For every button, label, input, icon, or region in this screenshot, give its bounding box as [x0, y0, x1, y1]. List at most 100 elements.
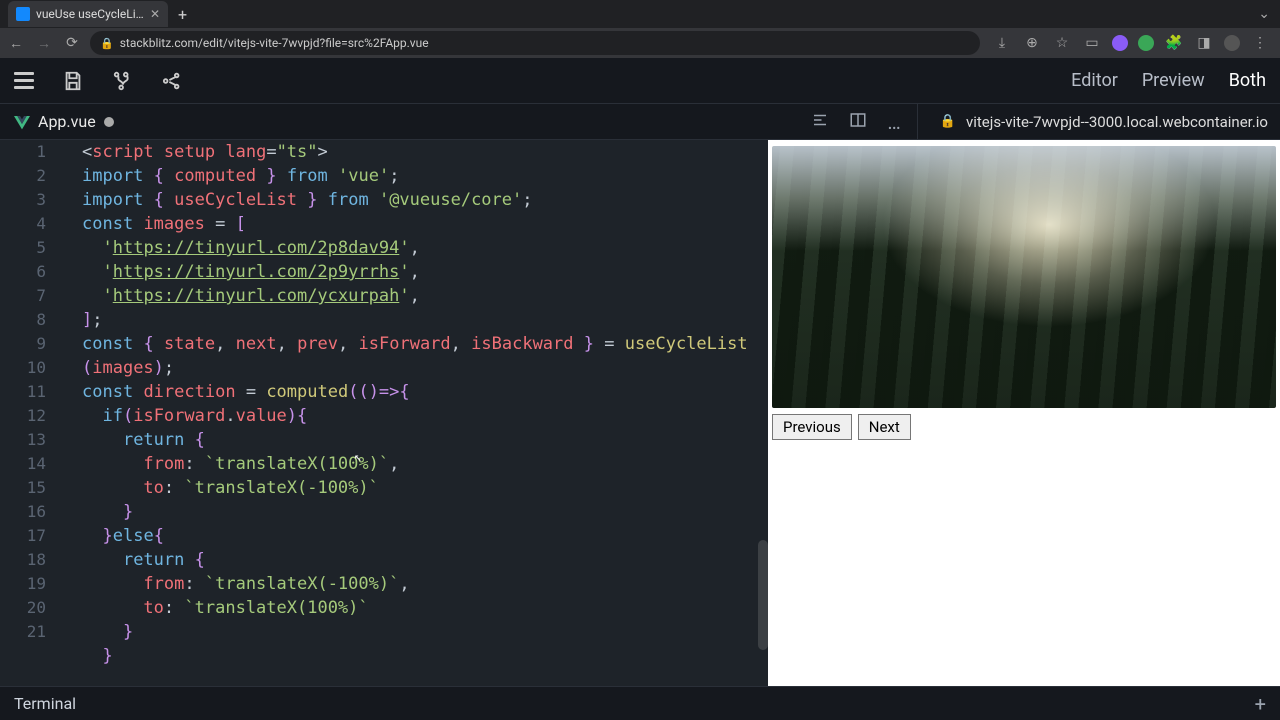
view-both[interactable]: Both [1229, 70, 1266, 91]
new-terminal-button[interactable]: + [1255, 692, 1266, 716]
view-mode-tabs: Editor Preview Both [1071, 70, 1266, 91]
save-icon [62, 70, 84, 92]
install-app-icon[interactable]: ⤓ [992, 35, 1012, 51]
address-bar[interactable]: 🔒 stackblitz.com/edit/vitejs-vite-7wvpjd… [90, 31, 980, 55]
line-number: 11 [0, 380, 46, 404]
zoom-icon[interactable]: ⊕ [1022, 35, 1042, 51]
code-line[interactable]: 'https://tinyurl.com/2p9yrrhs', [82, 260, 768, 284]
code-line[interactable]: to: `translateX(-100%)` [82, 476, 768, 500]
line-number: 4 [0, 212, 46, 236]
line-number: 16 [0, 500, 46, 524]
menu-button[interactable] [14, 72, 34, 89]
browser-tab[interactable]: vueUse useCycleList part 2 (e ✕ [8, 1, 168, 27]
fork-icon [112, 70, 134, 92]
window-controls: ⌄ [1258, 6, 1280, 22]
code-line[interactable]: import { useCycleList } from '@vueuse/co… [82, 188, 768, 212]
scrollbar-thumb[interactable] [758, 540, 768, 650]
tab-dropdown-icon[interactable]: ⌄ [1258, 6, 1270, 22]
code-line[interactable]: const images = [ [82, 212, 768, 236]
next-button[interactable]: Next [858, 414, 911, 440]
code-line[interactable]: const { state, next, prev, isForward, is… [82, 332, 768, 356]
terminal-panel[interactable]: Terminal + [0, 686, 1280, 720]
reload-button[interactable]: ⟳ [62, 35, 82, 51]
code-line[interactable]: } [82, 620, 768, 644]
code-line[interactable]: const direction = computed(()=>{ [82, 380, 768, 404]
code-line[interactable]: (images); [82, 356, 768, 380]
carousel-image [772, 146, 1276, 408]
preview-address-bar: 🔒 vitejs-vite-7wvpjd--3000.local.webcont… [917, 104, 1280, 139]
code-line[interactable]: if(isForward.value){ [82, 404, 768, 428]
view-editor[interactable]: Editor [1071, 70, 1118, 91]
line-number: 6 [0, 260, 46, 284]
side-panel-icon[interactable]: ◨ [1194, 35, 1214, 51]
forward-button[interactable]: → [34, 35, 54, 52]
code-line[interactable]: return { [82, 548, 768, 572]
close-tab-icon[interactable]: ✕ [150, 7, 160, 21]
file-tab-app-vue[interactable]: App.vue [0, 104, 128, 139]
url-text: stackblitz.com/edit/vitejs-vite-7wvpjd?f… [120, 36, 429, 50]
browser-menu-icon[interactable]: ⋮ [1250, 35, 1270, 51]
back-button[interactable]: ← [6, 35, 26, 52]
code-line[interactable]: from: `translateX(100%)`, [82, 452, 768, 476]
fork-button[interactable] [112, 70, 134, 92]
line-number: 21 [0, 620, 46, 644]
tab-title: vueUse useCycleList part 2 (e [36, 7, 144, 21]
preview-lock-icon: 🔒 [940, 114, 956, 129]
code-line[interactable]: }else{ [82, 524, 768, 548]
stackblitz-toolbar: Editor Preview Both [0, 58, 1280, 104]
code-line[interactable]: } [82, 644, 768, 668]
share-button[interactable] [162, 70, 184, 92]
line-number: 15 [0, 476, 46, 500]
code-editor[interactable]: 123456789101112131415161718192021 <scrip… [0, 140, 768, 686]
extension-icon-2[interactable] [1138, 35, 1154, 51]
line-number: 18 [0, 548, 46, 572]
line-number: 13 [0, 428, 46, 452]
line-number: 14 [0, 452, 46, 476]
line-number: 8 [0, 308, 46, 332]
code-line[interactable]: 'https://tinyurl.com/ycxurpah', [82, 284, 768, 308]
new-tab-button[interactable]: + [178, 5, 187, 24]
bookmark-icon[interactable]: ☆ [1052, 35, 1072, 51]
save-button[interactable] [62, 70, 84, 92]
reading-list-icon[interactable]: ▭ [1082, 35, 1102, 51]
code-line[interactable]: } [82, 500, 768, 524]
more-icon[interactable]: … [887, 110, 902, 134]
view-preview[interactable]: Preview [1142, 70, 1205, 91]
code-line[interactable]: <script setup lang="ts"> [82, 140, 768, 164]
carousel-controls: Previous Next [772, 414, 1276, 440]
line-number: 3 [0, 188, 46, 212]
line-number: 9 [0, 332, 46, 356]
line-number: 1 [0, 140, 46, 164]
split-editor-icon[interactable] [849, 111, 867, 133]
file-name: App.vue [38, 112, 96, 131]
editor-tools: … [811, 110, 916, 134]
code-line[interactable]: return { [82, 428, 768, 452]
profile-avatar[interactable] [1224, 35, 1240, 51]
extension-icons: ⤓ ⊕ ☆ ▭ 🧩 ◨ ⋮ [988, 35, 1274, 51]
line-number: 5 [0, 236, 46, 260]
code-line[interactable]: from: `translateX(-100%)`, [82, 572, 768, 596]
address-row: ← → ⟳ 🔒 stackblitz.com/edit/vitejs-vite-… [0, 28, 1280, 58]
extensions-icon[interactable]: 🧩 [1164, 35, 1184, 51]
format-icon[interactable] [811, 111, 829, 133]
line-number: 17 [0, 524, 46, 548]
lock-icon: 🔒 [100, 37, 114, 50]
unsaved-indicator-icon [104, 117, 114, 127]
line-number: 19 [0, 572, 46, 596]
extension-icon-1[interactable] [1112, 35, 1128, 51]
code-content[interactable]: <script setup lang="ts">import { compute… [0, 140, 768, 668]
browser-chrome: vueUse useCycleList part 2 (e ✕ + ⌄ ← → … [0, 0, 1280, 58]
preview-pane: Previous Next [768, 140, 1280, 686]
share-icon [162, 70, 184, 92]
code-line[interactable]: ]; [82, 308, 768, 332]
editor-tab-row: App.vue … 🔒 vitejs-vite-7wvpjd--3000.loc… [0, 104, 1280, 140]
code-line[interactable]: 'https://tinyurl.com/2p8dav94', [82, 236, 768, 260]
terminal-label: Terminal [14, 694, 76, 713]
line-number: 7 [0, 284, 46, 308]
line-number: 20 [0, 596, 46, 620]
line-number: 12 [0, 404, 46, 428]
code-line[interactable]: import { computed } from 'vue'; [82, 164, 768, 188]
preview-url[interactable]: vitejs-vite-7wvpjd--3000.local.webcontai… [966, 113, 1268, 131]
previous-button[interactable]: Previous [772, 414, 852, 440]
code-line[interactable]: to: `translateX(100%)` [82, 596, 768, 620]
